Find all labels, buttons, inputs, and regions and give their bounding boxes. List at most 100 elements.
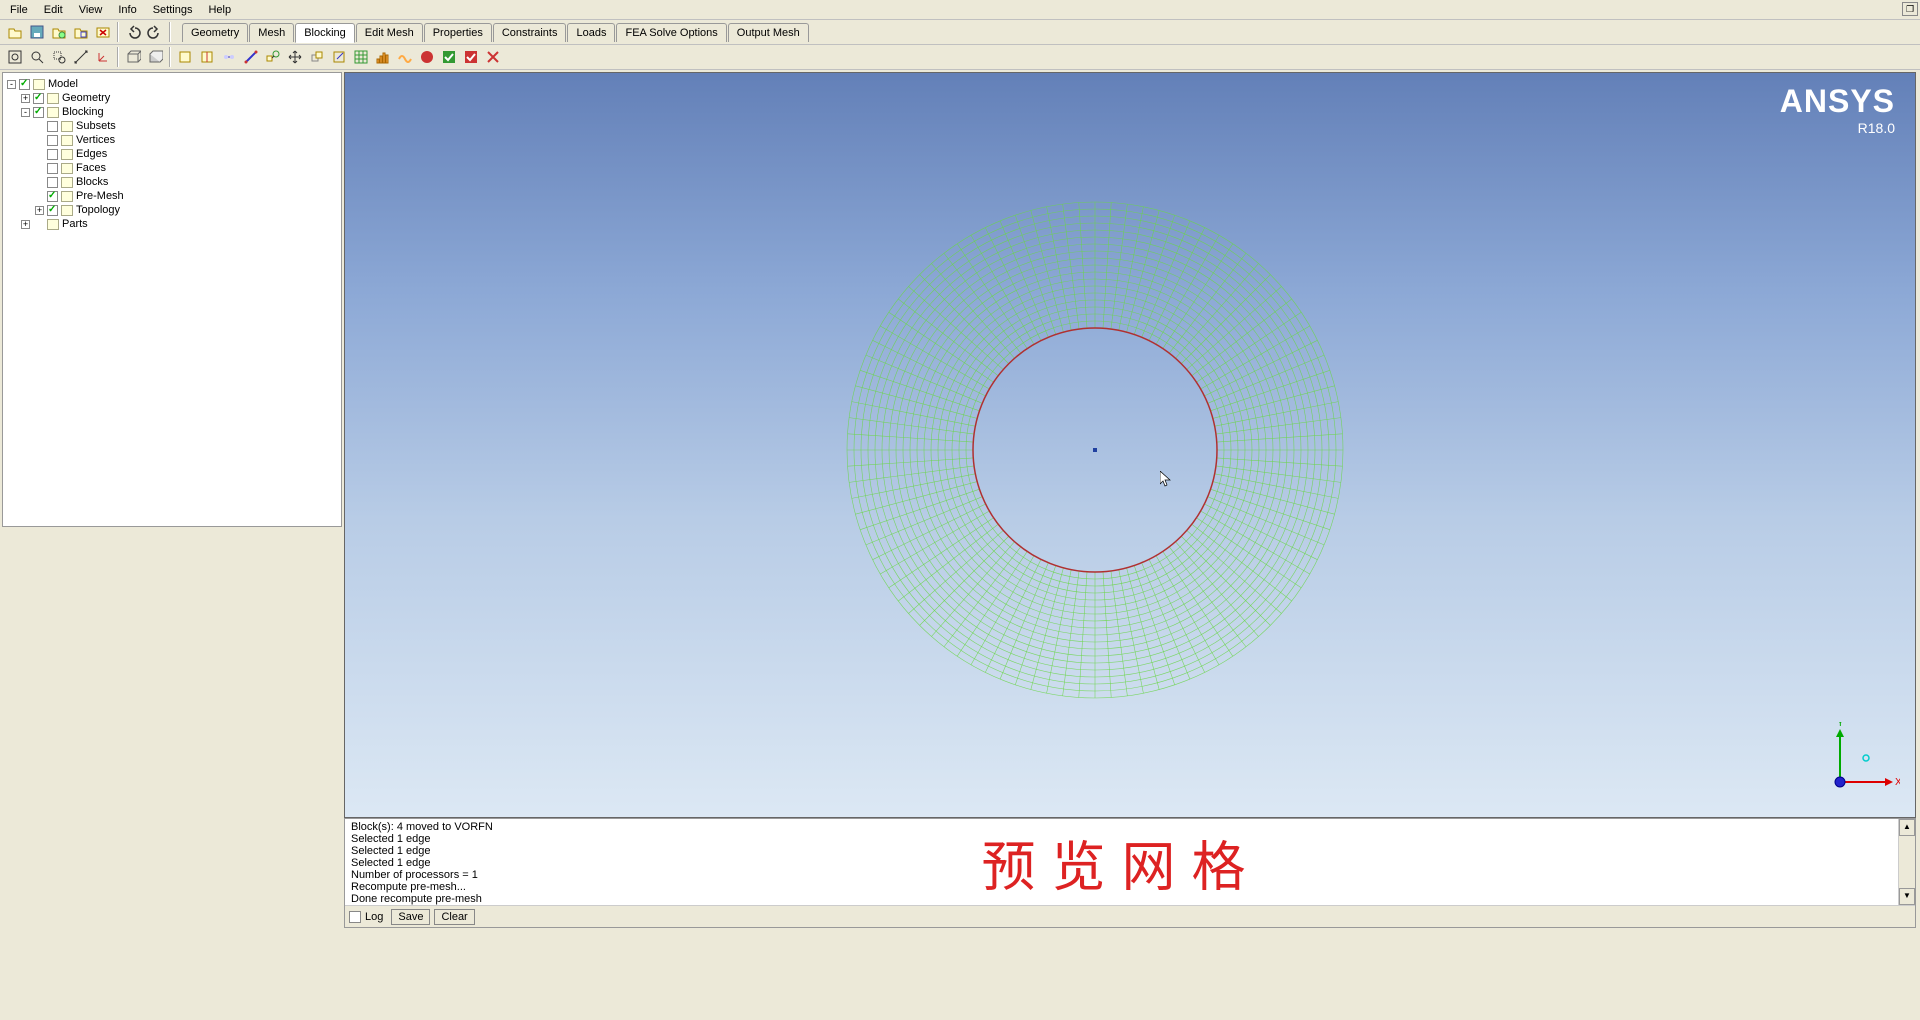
checkbox-icon[interactable] <box>33 93 44 104</box>
geometry-folder-icon[interactable] <box>71 22 91 42</box>
merge-vertices-icon[interactable] <box>219 47 239 67</box>
log-scrollbar[interactable]: ▲ ▼ <box>1898 819 1915 905</box>
tree-node-blocks[interactable]: Blocks <box>7 175 337 189</box>
log-text-area[interactable]: Block(s): 4 moved to VORFN Selected 1 ed… <box>345 819 1898 905</box>
tree-panel-container: - Model + Geometry - Blocking <box>0 70 344 930</box>
tree-node-subsets[interactable]: Subsets <box>7 119 337 133</box>
tab-properties[interactable]: Properties <box>424 23 492 42</box>
log-line: Selected 1 edge <box>351 845 1892 857</box>
menu-view[interactable]: View <box>71 2 111 18</box>
block-checks-red-icon[interactable] <box>417 47 437 67</box>
tab-output-mesh[interactable]: Output Mesh <box>728 23 809 42</box>
menu-settings[interactable]: Settings <box>145 2 201 18</box>
block-checks-red2-icon[interactable] <box>461 47 481 67</box>
folder-icon <box>47 219 59 230</box>
clear-log-button[interactable]: Clear <box>434 909 474 925</box>
tree-node-model[interactable]: - Model <box>7 77 337 91</box>
collapse-icon[interactable]: - <box>21 108 30 117</box>
folder-icon <box>33 79 45 90</box>
item-icon <box>61 121 73 132</box>
tab-blocking[interactable]: Blocking <box>295 23 355 43</box>
box-zoom-icon[interactable] <box>49 47 69 67</box>
graphics-viewport[interactable]: ANSYS R18.0 X Y <box>344 72 1916 818</box>
tree-node-blocking[interactable]: - Blocking <box>7 105 337 119</box>
tab-mesh[interactable]: Mesh <box>249 23 294 42</box>
expand-icon[interactable]: + <box>21 94 30 103</box>
transform-icon[interactable] <box>307 47 327 67</box>
shaded-icon[interactable] <box>145 47 165 67</box>
log-checkbox[interactable] <box>349 911 361 923</box>
tree-node-geometry[interactable]: + Geometry <box>7 91 337 105</box>
log-line: Selected 1 edge <box>351 833 1892 845</box>
checkbox-icon[interactable] <box>19 79 30 90</box>
associate-icon[interactable] <box>263 47 283 67</box>
menu-edit[interactable]: Edit <box>36 2 71 18</box>
tree-node-faces[interactable]: Faces <box>7 161 337 175</box>
zoom-icon[interactable] <box>27 47 47 67</box>
measure-icon[interactable] <box>71 47 91 67</box>
premesh-params-icon[interactable] <box>351 47 371 67</box>
wireframe-icon[interactable] <box>123 47 143 67</box>
open-project-icon[interactable] <box>49 22 69 42</box>
close-all-icon[interactable] <box>93 22 113 42</box>
premesh-smooth-icon[interactable] <box>395 47 415 67</box>
tab-geometry[interactable]: Geometry <box>182 23 248 42</box>
model-tree[interactable]: - Model + Geometry - Blocking <box>2 72 342 527</box>
checkbox-icon[interactable] <box>47 135 58 146</box>
collapse-icon[interactable]: - <box>7 80 16 89</box>
menu-file[interactable]: File <box>2 2 36 18</box>
checkbox-icon[interactable] <box>47 177 58 188</box>
tree-node-edges[interactable]: Edges <box>7 147 337 161</box>
fit-icon[interactable] <box>5 47 25 67</box>
checkbox-icon[interactable] <box>47 149 58 160</box>
checkbox-icon[interactable] <box>47 163 58 174</box>
scroll-track[interactable] <box>1899 836 1915 888</box>
edit-block-icon[interactable] <box>329 47 349 67</box>
log-line: Done recompute pre-mesh <box>351 893 1892 905</box>
create-block-icon[interactable] <box>175 47 195 67</box>
tree-label: Faces <box>76 162 106 174</box>
tree-node-parts[interactable]: + Parts <box>7 217 337 231</box>
tab-loads[interactable]: Loads <box>567 23 615 42</box>
undo-icon[interactable] <box>123 22 143 42</box>
tree-node-premesh[interactable]: Pre-Mesh <box>7 189 337 203</box>
save-log-button[interactable]: Save <box>391 909 430 925</box>
expand-icon[interactable]: + <box>35 206 44 215</box>
scroll-down-icon[interactable]: ▼ <box>1899 888 1915 905</box>
checkbox-icon[interactable] <box>47 191 58 202</box>
menu-help[interactable]: Help <box>200 2 239 18</box>
save-icon[interactable] <box>27 22 47 42</box>
expand-icon[interactable]: + <box>21 220 30 229</box>
delete-block-icon[interactable] <box>483 47 503 67</box>
tree-node-vertices[interactable]: Vertices <box>7 133 337 147</box>
tab-edit-mesh[interactable]: Edit Mesh <box>356 23 423 42</box>
split-block-icon[interactable] <box>197 47 217 67</box>
checkbox-icon[interactable] <box>47 121 58 132</box>
localcs-icon[interactable] <box>93 47 113 67</box>
log-panel: Block(s): 4 moved to VORFN Selected 1 ed… <box>344 818 1916 928</box>
svg-text:X: X <box>1895 777 1900 788</box>
log-line: Recompute pre-mesh... <box>351 881 1892 893</box>
mesh-rendering <box>345 73 1915 818</box>
tab-fea-solve[interactable]: FEA Solve Options <box>616 23 726 42</box>
scroll-up-icon[interactable]: ▲ <box>1899 819 1915 836</box>
checkbox-icon[interactable] <box>33 107 44 118</box>
premesh-quality-icon[interactable] <box>373 47 393 67</box>
block-checks-green-icon[interactable] <box>439 47 459 67</box>
tab-constraints[interactable]: Constraints <box>493 23 567 42</box>
item-icon <box>61 177 73 188</box>
menu-info[interactable]: Info <box>110 2 144 18</box>
main-area: - Model + Geometry - Blocking <box>0 70 1920 930</box>
open-icon[interactable] <box>5 22 25 42</box>
folder-icon <box>47 93 59 104</box>
tree-node-topology[interactable]: + Topology <box>7 203 337 217</box>
checkbox-icon[interactable] <box>47 205 58 216</box>
viewport-container: ANSYS R18.0 X Y <box>344 72 1916 928</box>
move-vertex-icon[interactable] <box>285 47 305 67</box>
window-restore-icon[interactable]: ❐ <box>1902 2 1918 16</box>
edit-edge-icon[interactable] <box>241 47 261 67</box>
log-checkbox-label: Log <box>365 911 383 923</box>
redo-icon[interactable] <box>145 22 165 42</box>
item-icon <box>61 135 73 146</box>
log-toolbar: Log Save Clear <box>345 905 1915 927</box>
